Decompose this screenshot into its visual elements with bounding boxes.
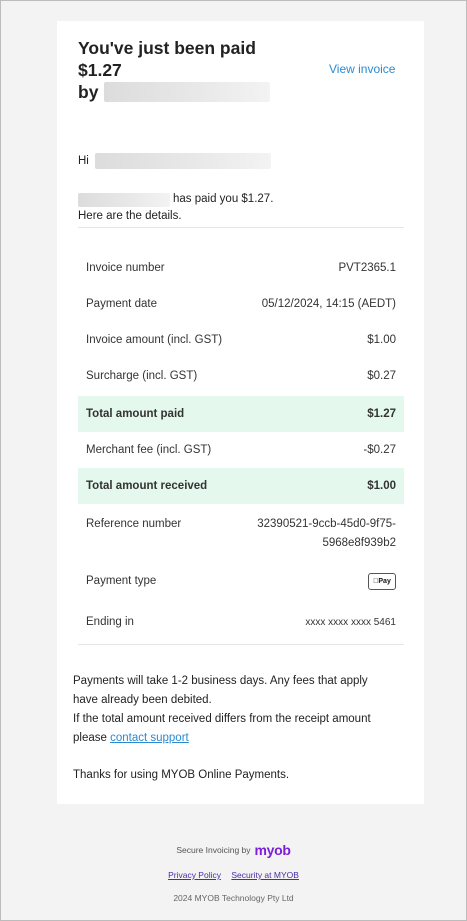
- secure-invoicing-text: Secure Invoicing by: [176, 845, 251, 855]
- detail-row-invoice-number: Invoice number PVT2365.1: [78, 262, 404, 288]
- detail-row-merchant-fee: Merchant fee (incl. GST) -$0.27: [78, 432, 404, 468]
- copyright: 2024 MYOB Technology Pty Ltd: [173, 893, 294, 903]
- greeting-line: Hi: [78, 153, 271, 169]
- details-intro: Here are the details.: [78, 210, 182, 222]
- note-prefix: please: [73, 732, 107, 744]
- greeting-text: Hi: [78, 155, 89, 167]
- detail-label: Merchant fee (incl. GST): [86, 444, 212, 456]
- privacy-policy-link[interactable]: Privacy Policy: [168, 870, 221, 880]
- note-line: If the total amount received differs fro…: [73, 713, 371, 725]
- note-line-contact: please contact support: [73, 729, 403, 748]
- apple-pay-icon: Pay: [368, 572, 396, 590]
- reference-line-2: 5968e8f939b2: [322, 537, 396, 549]
- detail-row-ending-in: Ending in xxxx xxxx xxxx 5461: [78, 604, 404, 640]
- detail-label: Payment type: [86, 575, 157, 587]
- detail-label: Invoice amount (incl. GST): [86, 334, 223, 346]
- myob-logo: myob: [254, 842, 291, 858]
- detail-row-reference: Reference number 32390521-9ccb-45d0-9f75…: [78, 504, 404, 556]
- divider-top: [78, 227, 404, 228]
- redacted-payer-name: [104, 82, 271, 102]
- detail-value: $1.27: [367, 408, 396, 420]
- view-invoice-link[interactable]: View invoice: [329, 62, 395, 76]
- email-card: You've just been paid $1.27 by View invo…: [57, 21, 424, 804]
- contact-support-link[interactable]: contact support: [110, 732, 189, 744]
- detail-label: Ending in: [86, 616, 134, 628]
- detail-row-total-paid: Total amount paid $1.27: [78, 396, 404, 432]
- detail-value: 32390521-9ccb-45d0-9f75- 5968e8f939b2: [257, 515, 396, 553]
- title-by: by: [78, 82, 99, 102]
- detail-label: Payment date: [86, 298, 157, 310]
- payment-details-table: Invoice number PVT2365.1 Payment date 05…: [78, 262, 404, 640]
- paid-message-line: has paid you $1.27.: [78, 191, 273, 208]
- detail-value: -$0.27: [363, 444, 396, 456]
- thanks-message: Thanks for using MYOB Online Payments.: [73, 769, 290, 781]
- redacted-payer-name-inline: [78, 192, 170, 207]
- detail-row-invoice-amount: Invoice amount (incl. GST) $1.00: [78, 334, 404, 360]
- detail-label: Surcharge (incl. GST): [86, 370, 198, 382]
- detail-value: $1.00: [367, 480, 396, 492]
- reference-line-1: 32390521-9ccb-45d0-9f75-: [257, 518, 396, 530]
- divider-bottom: [78, 644, 404, 645]
- footer-links: Privacy Policy Security at MYOB: [0, 870, 467, 880]
- detail-value: $0.27: [367, 370, 396, 382]
- detail-row-surcharge: Surcharge (incl. GST) $0.27: [78, 370, 404, 396]
- paid-message: has paid you $1.27. Here are the details…: [78, 191, 273, 225]
- detail-row-payment-date: Payment date 05/12/2024, 14:15 (AEDT): [78, 298, 404, 324]
- title-line-1: You've just been paid: [78, 38, 256, 58]
- detail-value: 05/12/2024, 14:15 (AEDT): [261, 298, 396, 310]
- detail-label: Total amount paid: [86, 408, 185, 420]
- secure-invoicing: Secure Invoicing by myob: [0, 842, 467, 858]
- detail-value: $1.00: [367, 334, 396, 346]
- detail-row-total-received: Total amount received $1.00: [78, 468, 404, 504]
- detail-label: Total amount received: [86, 480, 208, 492]
- detail-row-payment-type: Payment type Pay: [78, 562, 404, 600]
- note-line: Payments will take 1-2 business days. An…: [73, 675, 368, 687]
- title-by-line: by: [78, 81, 298, 103]
- payment-note: Payments will take 1-2 business days. An…: [73, 672, 403, 748]
- detail-value: xxxx xxxx xxxx 5461: [305, 616, 396, 628]
- title-amount: $1.27: [78, 60, 122, 80]
- detail-label: Reference number: [86, 518, 182, 530]
- page-title: You've just been paid $1.27 by: [78, 37, 298, 103]
- paid-message-text: has paid you $1.27.: [173, 193, 274, 205]
- note-line: have already been debited.: [73, 694, 212, 706]
- detail-value: PVT2365.1: [338, 262, 396, 274]
- security-link[interactable]: Security at MYOB: [231, 870, 299, 880]
- redacted-recipient-name: [94, 153, 271, 169]
- detail-label: Invoice number: [86, 262, 165, 274]
